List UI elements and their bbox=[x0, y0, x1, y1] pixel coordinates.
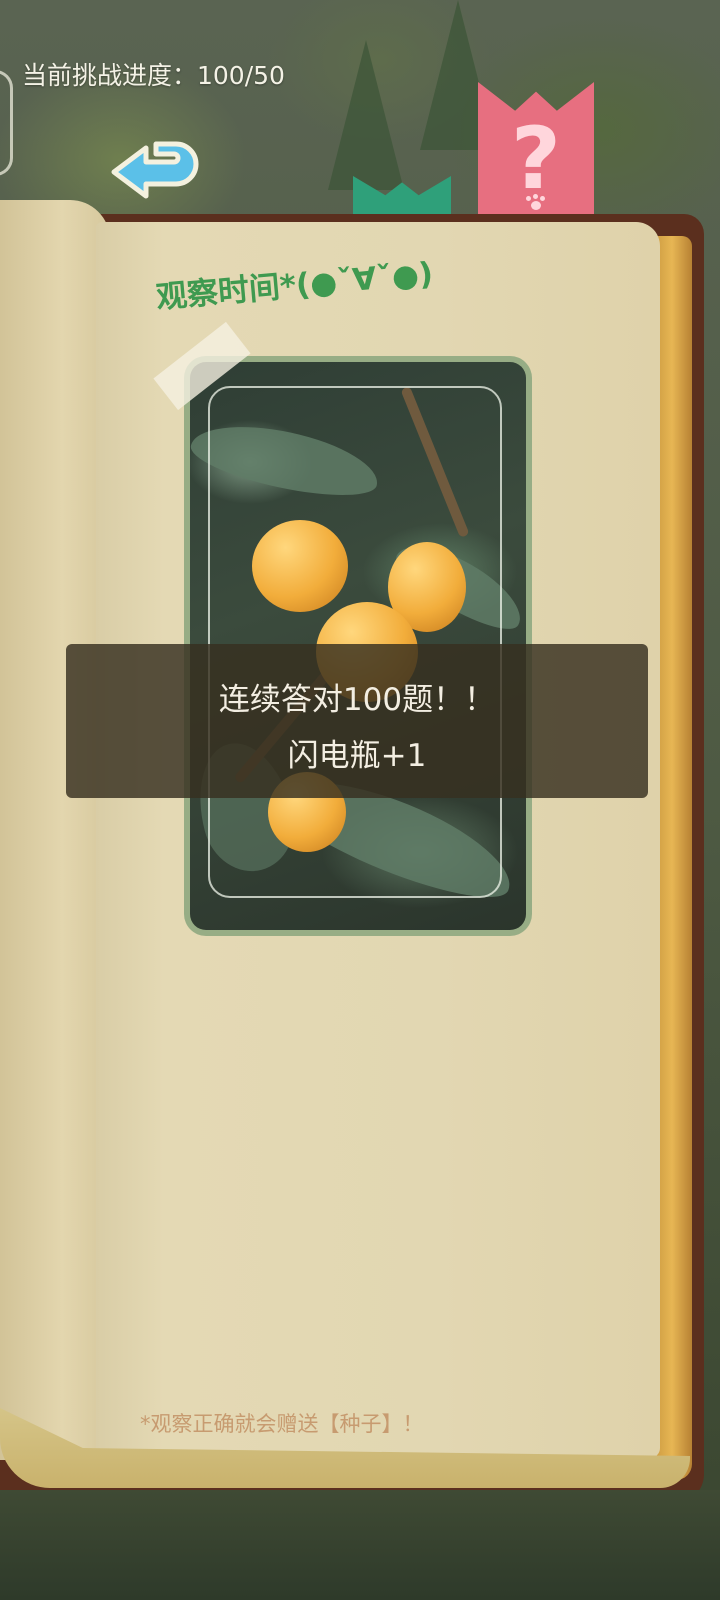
toast-message: 连续答对100题！！ bbox=[218, 682, 496, 718]
footer-note: *观察正确就会赠送【种子】！ bbox=[140, 1412, 424, 1436]
photo-inner-border bbox=[208, 386, 502, 898]
toast-reward: 闪电瓶+1 bbox=[287, 738, 427, 774]
challenge-progress: 当前挑战进度：100/50 bbox=[22, 61, 285, 90]
tree-silhouette bbox=[328, 40, 404, 190]
book-left-page bbox=[0, 200, 110, 1460]
question-mark-icon: ? bbox=[511, 109, 561, 209]
reward-toast: 连续答对100题！！ 闪电瓶+1 bbox=[66, 644, 648, 798]
paw-icon bbox=[526, 194, 546, 212]
side-handle[interactable] bbox=[0, 70, 13, 176]
back-arrow-icon bbox=[111, 141, 199, 199]
ground-foliage bbox=[0, 1490, 720, 1600]
back-button[interactable] bbox=[108, 134, 200, 206]
